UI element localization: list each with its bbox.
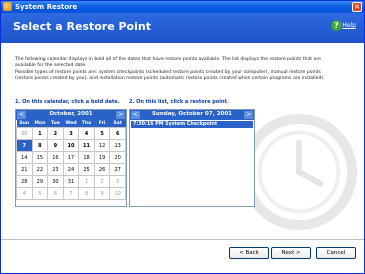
calendar-day[interactable]: 10	[62, 139, 80, 152]
restore-point-item[interactable]: 7:30:16 PM System Checkpoint	[131, 121, 253, 128]
calendar-day[interactable]: 1	[31, 127, 49, 140]
restore-point-date-label: Sunday, October 07, 2001	[151, 111, 233, 117]
calendar-day[interactable]: 31	[62, 175, 80, 188]
system-restore-icon	[3, 2, 12, 11]
calendar-day[interactable]: 4	[16, 187, 33, 200]
calendar-day[interactable]: 18	[78, 151, 95, 164]
system-restore-window: System Restore ✕ Select a Restore Point …	[0, 0, 365, 274]
weekday-fri: Fri	[94, 120, 110, 128]
calendar-day[interactable]: 8	[78, 187, 95, 200]
weekday-wed: Wed	[63, 120, 79, 128]
calendar-day[interactable]: 21	[16, 163, 33, 176]
calendar-day[interactable]: 28	[16, 175, 33, 188]
calendar-day[interactable]: 19	[93, 151, 111, 164]
calendar-day[interactable]: 20	[109, 151, 126, 164]
calendar-day[interactable]: 30	[16, 127, 33, 140]
calendar-day[interactable]: 6	[47, 187, 64, 200]
calendar-day[interactable]: 30	[47, 175, 64, 188]
restore-point-list: < Sunday, October 07, 2001 > 7:30:16 PM …	[129, 109, 255, 207]
calendar: < October, 2001 > Sun Mon Tue Wed Thu Fr…	[15, 109, 127, 207]
page-header: Select a Restore Point ? Help	[1, 13, 364, 43]
calendar-day-selected[interactable]: 7	[16, 139, 33, 152]
intro-paragraph-1: The following calendar displays in bold …	[15, 57, 321, 68]
calendar-month-label: October, 2001	[49, 111, 93, 117]
cancel-button[interactable]: Cancel	[316, 247, 356, 259]
window-title: System Restore	[15, 3, 78, 11]
calendar-day[interactable]: 26	[93, 163, 111, 176]
calendar-day[interactable]: 16	[47, 151, 64, 164]
calendar-grid: Sun Mon Tue Wed Thu Fri Sat 30 1 2 3 4 5…	[16, 120, 126, 200]
calendar-day[interactable]: 2	[93, 175, 111, 188]
title-bar: System Restore ✕	[1, 1, 364, 13]
calendar-day[interactable]: 29	[31, 175, 49, 188]
intro-paragraph-2: Possible types of restore points are: sy…	[15, 70, 325, 81]
calendar-day[interactable]: 11	[78, 139, 95, 152]
calendar-day[interactable]: 6	[109, 127, 126, 140]
calendar-next-button[interactable]: >	[116, 111, 125, 119]
calendar-day[interactable]: 27	[109, 163, 126, 176]
step2-label: 2. On this list, click a restore point.	[129, 99, 229, 105]
calendar-day[interactable]: 5	[93, 127, 111, 140]
calendar-day[interactable]: 3	[109, 175, 126, 188]
help-icon[interactable]: ?	[331, 20, 342, 31]
calendar-day[interactable]: 10	[109, 187, 126, 200]
calendar-day[interactable]: 2	[47, 127, 64, 140]
calendar-day[interactable]: 1	[78, 175, 95, 188]
weekday-sat: Sat	[109, 120, 126, 128]
calendar-day[interactable]: 14	[16, 151, 33, 164]
restore-point-list-header: < Sunday, October 07, 2001 >	[130, 110, 254, 120]
next-button[interactable]: Next >	[271, 247, 311, 259]
calendar-day[interactable]: 7	[62, 187, 80, 200]
calendar-day[interactable]: 15	[31, 151, 49, 164]
restore-point-next-button[interactable]: >	[244, 111, 253, 119]
calendar-day[interactable]: 4	[78, 127, 95, 140]
calendar-day[interactable]: 22	[31, 163, 49, 176]
content-area: The following calendar displays in bold …	[1, 43, 364, 273]
calendar-day[interactable]: 9	[93, 187, 111, 200]
weekday-thu: Thu	[78, 120, 95, 128]
calendar-header: < October, 2001 >	[16, 110, 126, 120]
calendar-day[interactable]: 25	[78, 163, 95, 176]
help-link[interactable]: Help	[342, 22, 356, 29]
calendar-day[interactable]: 9	[47, 139, 64, 152]
calendar-day[interactable]: 13	[109, 139, 126, 152]
page-title: Select a Restore Point	[13, 20, 151, 33]
back-button[interactable]: < Back	[229, 247, 269, 259]
step1-label: 1. On this calendar, click a bold date.	[15, 99, 120, 105]
calendar-day[interactable]: 23	[47, 163, 64, 176]
weekday-tue: Tue	[47, 120, 64, 128]
calendar-day[interactable]: 12	[93, 139, 111, 152]
clock-watermark-icon	[240, 113, 358, 231]
weekday-mon: Mon	[32, 120, 48, 128]
calendar-day[interactable]: 17	[62, 151, 80, 164]
calendar-day[interactable]: 5	[31, 187, 49, 200]
close-button[interactable]: ✕	[352, 2, 362, 12]
calendar-day[interactable]: 24	[62, 163, 80, 176]
calendar-day[interactable]: 8	[31, 139, 49, 152]
footer-divider	[1, 239, 364, 240]
calendar-day[interactable]: 3	[62, 127, 80, 140]
weekday-sun: Sun	[16, 120, 33, 128]
